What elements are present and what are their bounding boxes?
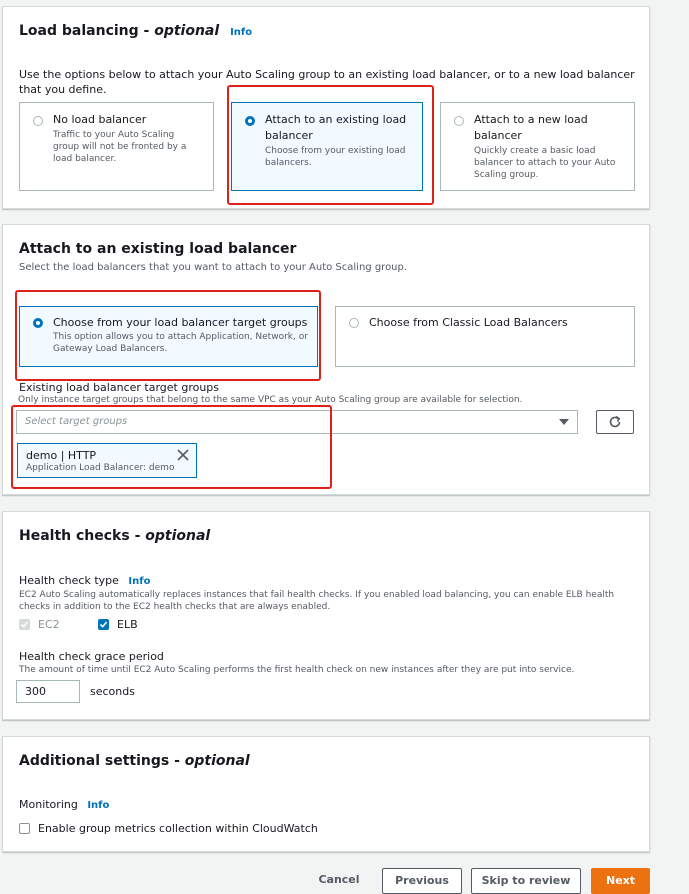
radio-target-groups[interactable] xyxy=(33,318,43,328)
health-checks-title: Health checks - optional xyxy=(19,528,211,544)
option-title: Choose from Classic Load Balancers xyxy=(369,316,568,329)
load-balancing-description: Use the options below to attach your Aut… xyxy=(19,68,635,96)
refresh-button[interactable] xyxy=(596,410,634,434)
metrics-label: Enable group metrics collection within C… xyxy=(38,822,318,835)
option-classic-load-balancers[interactable]: Choose from Classic Load Balancers xyxy=(335,306,635,367)
caret-down-icon xyxy=(559,419,569,425)
option-desc: Choose from your existing load balancers… xyxy=(265,146,406,168)
metrics-checkbox[interactable] xyxy=(19,823,30,834)
elb-checkbox[interactable] xyxy=(98,619,109,630)
monitoring-label: Monitoring Info xyxy=(19,798,110,811)
attach-existing-description: Select the load balancers that you want … xyxy=(19,262,408,273)
ec2-label: EC2 xyxy=(38,618,60,631)
token-subtitle: Application Load Balancer: demo xyxy=(26,463,175,473)
cancel-button[interactable]: Cancel xyxy=(308,868,370,894)
additional-settings-panel: Additional settings - optional Monitorin… xyxy=(2,736,650,852)
info-link[interactable]: Info xyxy=(87,800,109,811)
radio-attach-new[interactable] xyxy=(454,116,464,126)
grace-period-unit: seconds xyxy=(90,685,135,698)
additional-settings-title: Additional settings - optional xyxy=(19,753,250,769)
option-target-groups[interactable]: Choose from your load balancer target gr… xyxy=(19,306,318,367)
next-button[interactable]: Next xyxy=(591,868,650,894)
option-desc: Quickly create a basic load balancer to … xyxy=(474,146,616,180)
close-icon[interactable] xyxy=(176,448,190,462)
info-link[interactable]: Info xyxy=(230,27,252,38)
grace-period-description: The amount of time until EC2 Auto Scalin… xyxy=(19,665,575,675)
elb-label: ELB xyxy=(117,618,138,631)
option-title: Choose from your load balancer target gr… xyxy=(53,316,308,329)
previous-button[interactable]: Previous xyxy=(382,868,462,894)
selected-target-group-token: demo | HTTP Application Load Balancer: d… xyxy=(17,443,197,478)
optional-label: optional xyxy=(154,23,220,39)
attach-existing-title: Attach to an existing load balancer xyxy=(19,241,297,257)
option-title: Attach to a new load balancer xyxy=(474,113,588,142)
option-no-load-balancer[interactable]: No load balancer Traffic to your Auto Sc… xyxy=(19,102,214,191)
skip-to-review-button[interactable]: Skip to review xyxy=(471,868,581,894)
token-title: demo | HTTP xyxy=(26,449,97,462)
grace-period-label: Health check grace period xyxy=(19,650,164,663)
target-groups-description: Only instance target groups that belong … xyxy=(18,395,523,405)
check-icon xyxy=(20,621,29,628)
load-balancing-panel: Load balancing - optional Info Use the o… xyxy=(2,6,650,209)
option-desc: Traffic to your Auto Scaling group will … xyxy=(53,130,187,164)
ec2-checkbox xyxy=(19,619,30,630)
info-link[interactable]: Info xyxy=(128,576,150,587)
target-groups-select[interactable]: Select target groups xyxy=(16,410,578,434)
optional-label: optional xyxy=(184,753,250,769)
option-title: Attach to an existing load balancer xyxy=(265,113,407,142)
option-attach-new[interactable]: Attach to a new load balancer Quickly cr… xyxy=(440,102,635,191)
option-desc: This option allows you to attach Applica… xyxy=(53,332,308,354)
option-title: No load balancer xyxy=(53,113,147,126)
load-balancing-title: Load balancing - optional Info xyxy=(19,23,253,39)
radio-classic-load-balancers[interactable] xyxy=(349,318,359,328)
grace-period-input[interactable]: 300 xyxy=(16,680,80,703)
optional-label: optional xyxy=(145,528,211,544)
refresh-icon xyxy=(609,415,621,428)
check-icon xyxy=(99,621,108,628)
option-attach-existing[interactable]: Attach to an existing load balancer Choo… xyxy=(231,102,423,191)
health-check-type-label: Health check type Info xyxy=(19,574,151,587)
health-check-type-description: EC2 Auto Scaling automatically replaces … xyxy=(19,590,615,612)
radio-attach-existing[interactable] xyxy=(245,116,255,126)
radio-no-load-balancer[interactable] xyxy=(33,116,43,126)
target-groups-label: Existing load balancer target groups xyxy=(19,381,220,394)
select-placeholder: Select target groups xyxy=(25,416,128,427)
